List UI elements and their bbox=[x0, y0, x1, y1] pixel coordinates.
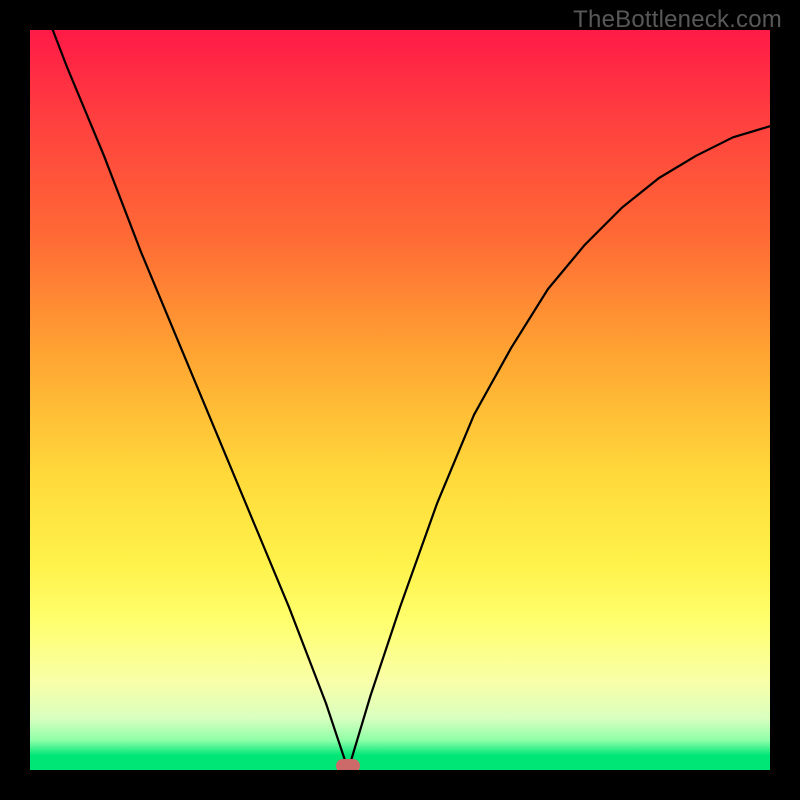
bottleneck-curve bbox=[30, 30, 770, 770]
watermark-text: TheBottleneck.com bbox=[573, 6, 782, 34]
chart-frame: TheBottleneck.com bbox=[0, 0, 800, 800]
plot-area bbox=[30, 30, 770, 770]
minimum-marker bbox=[336, 759, 360, 770]
